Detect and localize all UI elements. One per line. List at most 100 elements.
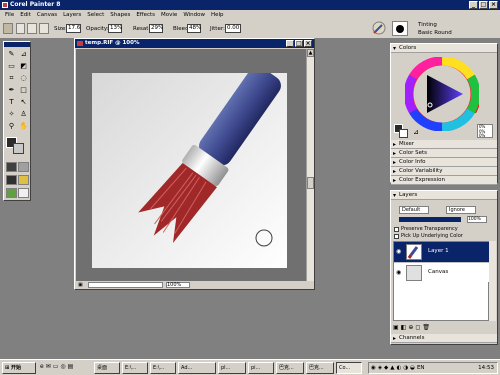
ime-indicator[interactable]: EN bbox=[417, 365, 425, 371]
task-button[interactable]: E:\... bbox=[150, 362, 176, 374]
channels-panel-header[interactable]: Channels bbox=[391, 334, 497, 343]
brush-variant[interactable]: Basic Round bbox=[418, 30, 452, 36]
menu-window[interactable]: Window bbox=[180, 12, 208, 18]
maximize-button[interactable]: □ bbox=[479, 1, 488, 9]
paint-bucket-icon[interactable]: ◩ bbox=[18, 61, 29, 71]
dropper-icon[interactable]: ⊿ bbox=[18, 49, 29, 59]
tray-icon[interactable]: ◈ bbox=[378, 365, 382, 371]
brush-tool-icon[interactable] bbox=[3, 23, 13, 34]
layer-opacity-slider[interactable] bbox=[399, 217, 461, 222]
grabber-icon[interactable]: ✋ bbox=[18, 121, 29, 131]
menu-select[interactable]: Select bbox=[84, 12, 107, 18]
layers-panel-header[interactable]: Layers bbox=[391, 191, 497, 200]
layer-opacity-field[interactable]: 100% bbox=[467, 216, 487, 223]
brush-dab-preview[interactable] bbox=[392, 21, 408, 36]
minimize-button[interactable]: _ bbox=[469, 1, 478, 9]
canvas-area[interactable] bbox=[76, 49, 306, 281]
ie-icon[interactable]: e bbox=[40, 363, 44, 370]
doc-info-icon[interactable]: ▣ bbox=[78, 282, 83, 288]
pattern-selector-icon[interactable] bbox=[6, 175, 17, 185]
vertical-scrollbar[interactable]: ▲ bbox=[306, 49, 314, 281]
resat-field[interactable]: 29% bbox=[149, 24, 163, 33]
gradient-selector-icon[interactable] bbox=[18, 162, 29, 172]
opacity-field[interactable]: 13% bbox=[108, 24, 122, 33]
menu-edit[interactable]: Edit bbox=[17, 12, 34, 18]
brush-selector-icon[interactable] bbox=[372, 21, 386, 35]
menu-file[interactable]: File bbox=[2, 12, 17, 18]
task-button[interactable]: 巴克... bbox=[306, 362, 334, 374]
crop-icon[interactable]: ⌗ bbox=[6, 73, 17, 83]
color-dropper-icon[interactable]: ⊿ bbox=[413, 128, 419, 136]
reset-tool-icon[interactable] bbox=[16, 23, 25, 34]
media-icon[interactable]: ◎ bbox=[60, 363, 65, 370]
colors-secondary-swatch[interactable] bbox=[399, 129, 408, 138]
brush-icon[interactable]: ✎ bbox=[6, 49, 17, 59]
task-button[interactable]: E:\... bbox=[122, 362, 148, 374]
layer-attributes-icon[interactable]: ⊕ bbox=[408, 324, 413, 331]
tray-icon[interactable]: ◐ bbox=[397, 365, 402, 371]
mixer-panel-header[interactable]: Mixer bbox=[391, 140, 497, 149]
size-field[interactable]: 17.6 bbox=[66, 24, 81, 33]
pen-icon[interactable]: ✒ bbox=[6, 85, 17, 95]
pick-up-color-checkbox[interactable] bbox=[394, 233, 399, 239]
text-icon[interactable]: T bbox=[6, 97, 17, 107]
vertical-scroll-thumb[interactable] bbox=[307, 177, 314, 189]
paper-selector-icon[interactable] bbox=[6, 162, 17, 172]
menu-layers[interactable]: Layers bbox=[60, 12, 84, 18]
close-button[interactable]: × bbox=[489, 1, 498, 9]
menu-movie[interactable]: Movie bbox=[158, 12, 180, 18]
color-wheel[interactable] bbox=[403, 55, 481, 133]
tray-icon[interactable]: ◑ bbox=[403, 365, 408, 371]
eye-icon[interactable]: ◉ bbox=[396, 269, 401, 276]
color-info-panel-header[interactable]: Color Info bbox=[391, 158, 497, 167]
delete-layer-icon[interactable]: 🗑 bbox=[422, 324, 430, 331]
preserve-transparency-checkbox[interactable] bbox=[394, 226, 399, 232]
mirror-icon[interactable]: ✧ bbox=[6, 109, 17, 119]
menu-canvas[interactable]: Canvas bbox=[34, 12, 60, 18]
doc-close-button[interactable]: × bbox=[304, 40, 312, 47]
layer-row[interactable]: ◉ Canvas bbox=[394, 262, 489, 282]
bleed-field[interactable]: 48% bbox=[187, 24, 201, 33]
dynamic-plugins-icon[interactable]: ▣ bbox=[393, 324, 399, 331]
rectangle-select-icon[interactable]: □ bbox=[18, 85, 29, 95]
email-icon[interactable]: ✉ bbox=[46, 363, 51, 370]
nozzle-selector-icon[interactable] bbox=[18, 175, 29, 185]
look-selector-icon[interactable] bbox=[6, 188, 17, 198]
task-button[interactable]: pi... bbox=[248, 362, 274, 374]
clock[interactable]: 14:53 bbox=[478, 365, 494, 371]
secondary-color-swatch[interactable] bbox=[13, 143, 24, 154]
weaves-selector-icon[interactable] bbox=[18, 188, 29, 198]
doc-minimize-button[interactable]: _ bbox=[286, 40, 294, 47]
task-button-active[interactable]: Co... bbox=[336, 362, 362, 374]
dab-type-icon[interactable] bbox=[27, 23, 37, 34]
tray-icon[interactable]: ◆ bbox=[384, 365, 388, 371]
eye-icon[interactable]: ◉ bbox=[396, 248, 401, 255]
task-button[interactable]: pl... bbox=[218, 362, 246, 374]
brush-category[interactable]: Tinting bbox=[418, 22, 437, 28]
task-button[interactable]: 桌面 bbox=[94, 362, 120, 374]
magnifier-icon[interactable]: ⚲ bbox=[6, 121, 17, 131]
composite-method-select[interactable]: Default bbox=[399, 206, 429, 214]
eraser-icon[interactable]: ▭ bbox=[6, 61, 17, 71]
stroke-type-icon[interactable] bbox=[39, 23, 49, 34]
new-layer-icon[interactable]: ◻ bbox=[415, 324, 420, 331]
layer-row[interactable]: ◉ Layer 1 bbox=[394, 242, 489, 262]
color-expression-panel-header[interactable]: Color Expression bbox=[391, 176, 497, 185]
folder-icon[interactable]: ▤ bbox=[68, 363, 74, 370]
scroll-up-arrow-icon[interactable]: ▲ bbox=[307, 49, 314, 57]
composite-depth-select[interactable]: Ignore bbox=[446, 206, 476, 214]
colors-panel-header[interactable]: Colors bbox=[391, 44, 497, 53]
lasso-icon[interactable]: ◌ bbox=[18, 73, 29, 83]
zoom-field[interactable]: 100% bbox=[166, 282, 190, 288]
task-button[interactable]: 巴克... bbox=[276, 362, 304, 374]
jitter-field[interactable]: 0.00 bbox=[225, 24, 241, 33]
layer-list-scrollbar[interactable] bbox=[489, 241, 496, 321]
menu-help[interactable]: Help bbox=[208, 12, 227, 18]
tray-icon[interactable]: ◒ bbox=[410, 365, 415, 371]
layer-mask-icon[interactable]: ◧ bbox=[401, 324, 407, 331]
color-variability-panel-header[interactable]: Color Variability bbox=[391, 167, 497, 176]
selection-adjuster-icon[interactable]: ↖ bbox=[18, 97, 29, 107]
tray-icon[interactable]: ▲ bbox=[390, 365, 394, 371]
canvas-image[interactable] bbox=[92, 66, 287, 268]
menu-shapes[interactable]: Shapes bbox=[107, 12, 133, 18]
